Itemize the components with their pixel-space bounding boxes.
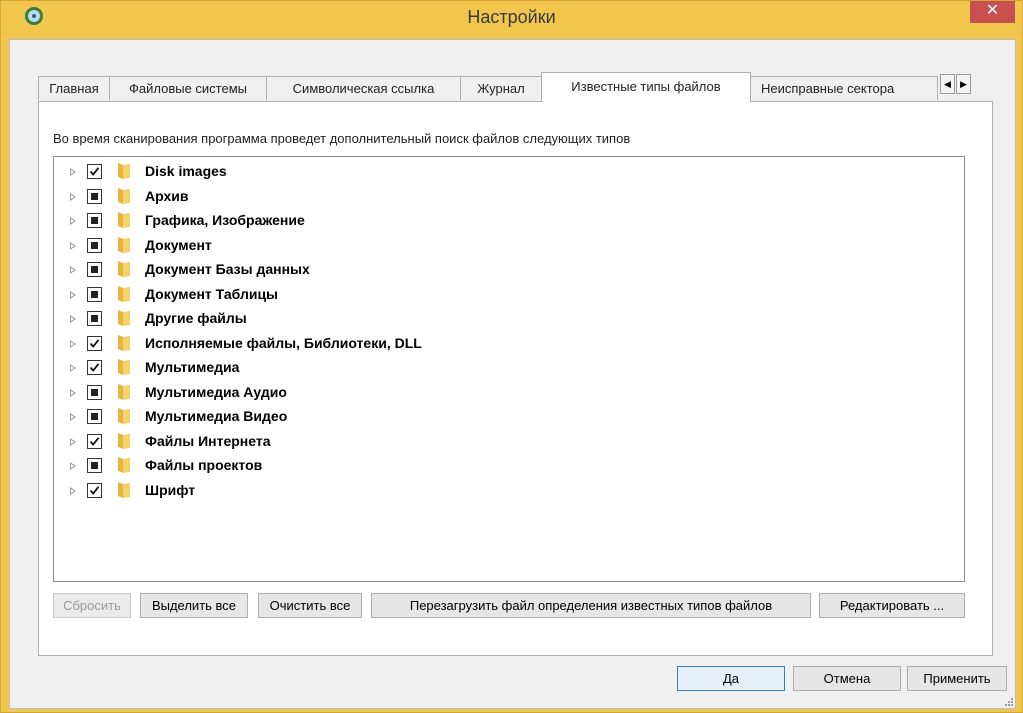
tree-row[interactable]: Другие файлы (54, 308, 964, 332)
folder-icon (118, 432, 130, 449)
tree-checkbox[interactable] (87, 311, 102, 326)
expand-arrow-icon[interactable] (70, 168, 76, 176)
edit-button[interactable]: Редактировать ... (819, 593, 965, 618)
tab-scroll-left-button[interactable]: ◀ (940, 74, 955, 94)
tree-row[interactable]: Исполняемые файлы, Библиотеки, DLL (54, 333, 964, 357)
tab-bad-sectors[interactable]: Неисправные сектора (750, 76, 938, 100)
known-file-types-panel: Во время сканирования программа проведет… (38, 101, 993, 656)
tree-item-label: Исполняемые файлы, Библиотеки, DLL (145, 334, 422, 351)
folder-icon (118, 212, 130, 228)
expand-arrow-icon[interactable] (70, 486, 76, 495)
tree-checkbox[interactable] (87, 458, 102, 473)
folder-icon (118, 334, 130, 351)
tree-checkbox[interactable] (87, 262, 102, 277)
folder-icon (118, 261, 130, 277)
expand-arrow-icon[interactable] (70, 364, 76, 372)
tree-checkbox[interactable] (87, 433, 102, 449)
folder-icon (118, 383, 130, 400)
expand-arrow-icon[interactable] (70, 290, 76, 299)
folder-icon (118, 236, 130, 253)
tab-file-systems[interactable]: Файловые системы (109, 76, 267, 100)
reset-button[interactable]: Сбросить (53, 593, 131, 618)
tree-row[interactable]: Мультимедиа (54, 357, 964, 381)
tree-checkbox[interactable] (87, 360, 102, 375)
title-bar[interactable]: Настройки ✕ (1, 1, 1022, 37)
tree-item-label: Шрифт (145, 481, 196, 498)
folder-icon (118, 457, 130, 473)
tab-symlink[interactable]: Символическая ссылка (266, 76, 461, 100)
tree-checkbox[interactable] (87, 384, 102, 400)
tree-checkbox[interactable] (87, 237, 102, 253)
window-title: Настройки (467, 7, 556, 27)
tree-row[interactable]: Шрифт (54, 480, 964, 504)
tab-known-file-types[interactable]: Известные типы файлов (541, 72, 751, 102)
folder-icon (118, 285, 130, 302)
close-button[interactable]: ✕ (970, 1, 1015, 23)
folder-icon (118, 359, 130, 375)
tree-row[interactable]: Документ Базы данных (54, 259, 964, 283)
tree-item-label: Файлы проектов (145, 457, 263, 473)
settings-window: Настройки ✕ Главная Файловые системы Сим… (0, 0, 1023, 713)
tree-row[interactable]: Файлы проектов (54, 455, 964, 479)
cancel-button[interactable]: Отмена (793, 666, 901, 691)
ok-button[interactable]: Да (677, 666, 785, 691)
expand-arrow-icon[interactable] (70, 462, 76, 470)
expand-arrow-icon[interactable] (70, 315, 76, 323)
close-icon: ✕ (985, 2, 1000, 19)
tree-row[interactable]: Disk images (54, 161, 964, 185)
tree-checkbox[interactable] (87, 188, 102, 204)
tree-checkbox[interactable] (87, 213, 102, 228)
expand-arrow-icon[interactable] (70, 217, 76, 225)
tree-item-label: Графика, Изображение (145, 212, 305, 228)
folder-icon (118, 163, 130, 179)
tree-checkbox[interactable] (87, 286, 102, 302)
tree-row[interactable]: Документ (54, 235, 964, 259)
tree-checkbox[interactable] (87, 409, 102, 424)
arrow-left-icon: ◀ (944, 79, 951, 89)
tree-item-label: Документ (145, 236, 212, 253)
tree-item-label: Мультимедиа (145, 359, 240, 375)
folder-icon (118, 408, 130, 424)
tree-item-label: Мультимедиа Аудио (145, 383, 287, 400)
tree-row[interactable]: Графика, Изображение (54, 210, 964, 234)
expand-arrow-icon[interactable] (70, 413, 76, 421)
expand-arrow-icon[interactable] (70, 339, 76, 348)
tab-main[interactable]: Главная (38, 76, 110, 100)
tree-row[interactable]: Файлы Интернета (54, 431, 964, 455)
file-types-tree[interactable]: Disk images Архив Графика, Изображение Доку… (53, 156, 965, 582)
expand-arrow-icon[interactable] (70, 437, 76, 446)
tree-item-label: Документ Таблицы (145, 285, 278, 302)
expand-arrow-icon[interactable] (70, 192, 76, 201)
tree-item-label: Мультимедиа Видео (145, 408, 288, 424)
tree-item-label: Архив (145, 187, 189, 204)
tree-checkbox[interactable] (87, 164, 102, 179)
reload-definitions-button[interactable]: Перезагрузить файл определения известных… (371, 593, 811, 618)
clear-all-button[interactable]: Очистить все (258, 593, 362, 618)
folder-icon (118, 187, 130, 204)
expand-arrow-icon[interactable] (70, 266, 76, 274)
tree-row[interactable]: Архив (54, 186, 964, 210)
tree-checkbox[interactable] (87, 482, 102, 498)
folder-icon (118, 481, 130, 498)
tree-item-label: Disk images (145, 163, 227, 179)
arrow-right-icon: ▶ (960, 79, 967, 89)
tab-strip: Главная Файловые системы Символическая с… (38, 72, 998, 102)
tree-row[interactable]: Документ Таблицы (54, 284, 964, 308)
tab-scroll-right-button[interactable]: ▶ (956, 74, 971, 94)
dialog-client-area: Главная Файловые системы Символическая с… (9, 39, 1016, 709)
tree-item-label: Файлы Интернета (145, 432, 271, 449)
description-text: Во время сканирования программа проведет… (53, 131, 631, 146)
tree-item-label: Другие файлы (145, 310, 247, 326)
apply-button[interactable]: Применить (907, 666, 1007, 691)
expand-arrow-icon[interactable] (70, 388, 76, 397)
tab-log[interactable]: Журнал (460, 76, 542, 100)
resize-grip-icon[interactable] (1003, 696, 1013, 706)
folder-icon (118, 310, 130, 326)
tree-row[interactable]: Мультимедиа Аудио (54, 382, 964, 406)
tree-checkbox[interactable] (87, 335, 102, 351)
tree-row[interactable]: Мультимедиа Видео (54, 406, 964, 430)
tree-item-label: Документ Базы данных (145, 261, 310, 277)
select-all-button[interactable]: Выделить все (140, 593, 248, 618)
expand-arrow-icon[interactable] (70, 241, 76, 250)
